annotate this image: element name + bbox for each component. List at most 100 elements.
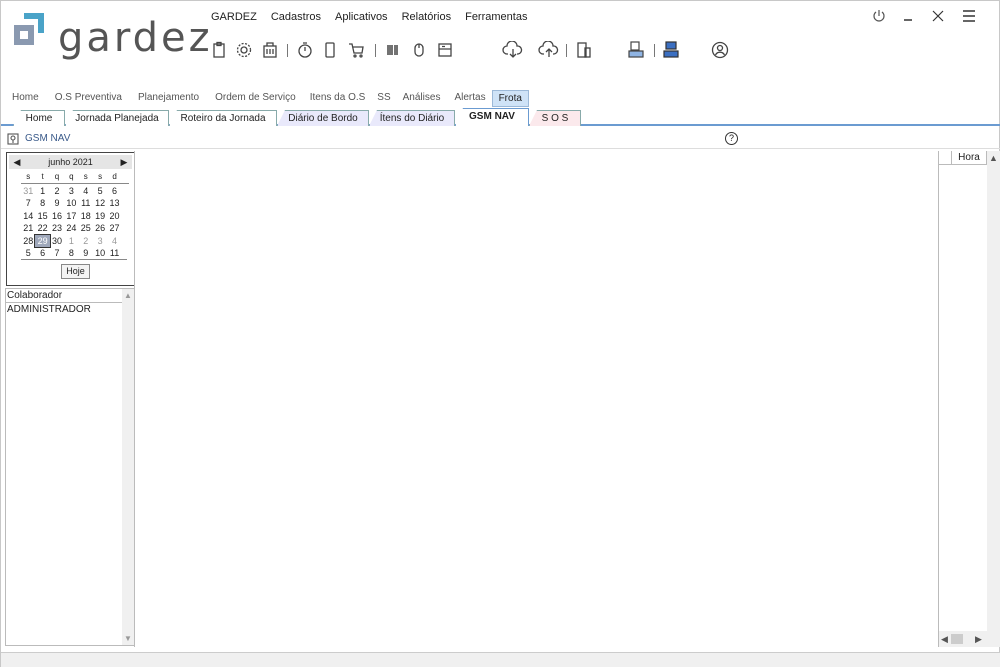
stopwatch-icon[interactable] bbox=[296, 41, 314, 59]
calendar-day[interactable]: 31 bbox=[21, 185, 35, 197]
subtab-sos[interactable]: S O S bbox=[529, 110, 581, 126]
tab-ordem-de-servico[interactable]: Ordem de Serviço bbox=[209, 90, 302, 107]
gear-icon[interactable] bbox=[235, 41, 253, 59]
phone-icon[interactable] bbox=[321, 41, 339, 59]
server-icon[interactable] bbox=[436, 41, 454, 59]
subtab-roteiro-da-jornada[interactable]: Roteiro da Jornada bbox=[169, 110, 277, 126]
column-header-hora[interactable]: Hora bbox=[951, 151, 987, 165]
list-item[interactable]: ADMINISTRADOR bbox=[6, 303, 134, 316]
calendar-day[interactable]: 6 bbox=[35, 247, 49, 259]
cart-icon[interactable] bbox=[347, 41, 365, 59]
menu-gardez[interactable]: GARDEZ bbox=[211, 11, 257, 23]
calendar-day[interactable]: 27 bbox=[107, 222, 121, 234]
calendar-day[interactable]: 3 bbox=[64, 185, 78, 197]
column-header-colaborador[interactable]: Colaborador bbox=[6, 289, 123, 303]
mouse-icon[interactable] bbox=[410, 41, 428, 59]
calendar-day[interactable]: 28 bbox=[21, 235, 35, 247]
calendar-day[interactable]: 9 bbox=[50, 197, 64, 209]
calendar-day[interactable]: 18 bbox=[79, 210, 93, 222]
calendar-day[interactable]: 23 bbox=[50, 222, 64, 234]
subtab-itens-do-diario[interactable]: Ítens do Diário bbox=[369, 110, 455, 126]
calendar-day[interactable]: 21 bbox=[21, 222, 35, 234]
calendar-day[interactable]: 8 bbox=[35, 197, 49, 209]
calendar-day[interactable]: 12 bbox=[93, 197, 107, 209]
tab-alertas[interactable]: Alertas bbox=[448, 90, 491, 107]
user-circle-icon[interactable] bbox=[711, 41, 729, 59]
tab-planejamento[interactable]: Planejamento bbox=[132, 90, 205, 107]
calendar-day[interactable]: 10 bbox=[64, 197, 78, 209]
next-month-icon[interactable]: ▶ bbox=[118, 155, 130, 169]
calendar-day[interactable]: 11 bbox=[107, 247, 121, 259]
map-area[interactable] bbox=[134, 151, 939, 647]
calendar-day[interactable]: 16 bbox=[50, 210, 64, 222]
calendar-day[interactable]: 7 bbox=[21, 197, 35, 209]
tab-frota[interactable]: Frota bbox=[491, 90, 529, 107]
calendar-day[interactable]: 4 bbox=[107, 235, 121, 247]
tab-os-preventiva[interactable]: O.S Preventiva bbox=[49, 90, 128, 107]
calendar-day[interactable]: 22 bbox=[35, 222, 49, 234]
calendar-day[interactable]: 9 bbox=[79, 247, 93, 259]
scrollbar-thumb[interactable] bbox=[951, 634, 963, 644]
today-button[interactable]: Hoje bbox=[61, 264, 90, 279]
calendar-day[interactable]: 1 bbox=[64, 235, 78, 247]
scroll-up-icon[interactable]: ▲ bbox=[989, 153, 998, 163]
vertical-scrollbar[interactable]: ▲ bbox=[987, 151, 1000, 631]
barcode-icon[interactable] bbox=[384, 41, 402, 59]
calendar-day[interactable]: 25 bbox=[79, 222, 93, 234]
devices-icon[interactable] bbox=[575, 41, 593, 59]
calendar-day[interactable]: 29 bbox=[34, 233, 51, 248]
tab-ss[interactable]: SS bbox=[371, 90, 396, 107]
menu-ferramentas[interactable]: Ferramentas bbox=[465, 11, 527, 23]
scroll-down-icon[interactable]: ▼ bbox=[124, 634, 132, 643]
calendar-month-label: junho 2021 bbox=[48, 157, 93, 167]
calendar-day[interactable]: 5 bbox=[21, 247, 35, 259]
document-transfer-icon[interactable] bbox=[627, 41, 645, 59]
calendar-day[interactable]: 13 bbox=[107, 197, 121, 209]
subtab-home[interactable]: Home bbox=[13, 110, 65, 126]
tab-analises[interactable]: Análises bbox=[397, 90, 447, 107]
vertical-scrollbar[interactable]: ▲ ▼ bbox=[122, 289, 134, 645]
calendar-day[interactable]: 7 bbox=[50, 247, 64, 259]
calendar-day[interactable]: 4 bbox=[79, 185, 93, 197]
calendar-day[interactable]: 5 bbox=[93, 185, 107, 197]
tab-home[interactable]: Home bbox=[6, 90, 45, 107]
tab-itens-da-os[interactable]: Itens da O.S bbox=[304, 90, 372, 107]
calendar-day[interactable]: 19 bbox=[93, 210, 107, 222]
cloud-download-icon[interactable] bbox=[502, 41, 524, 59]
help-icon[interactable]: ? bbox=[725, 132, 738, 145]
prev-month-icon[interactable]: ◀ bbox=[11, 155, 23, 169]
cloud-upload-icon[interactable] bbox=[538, 41, 560, 59]
calendar-day[interactable]: 2 bbox=[50, 185, 64, 197]
calendar-day[interactable]: 10 bbox=[93, 247, 107, 259]
menu-aplicativos[interactable]: Aplicativos bbox=[335, 11, 388, 23]
calendar-day[interactable]: 11 bbox=[79, 197, 93, 209]
power-icon[interactable] bbox=[869, 7, 889, 25]
menu-cadastros[interactable]: Cadastros bbox=[271, 11, 321, 23]
calendar-day[interactable]: 2 bbox=[79, 235, 93, 247]
subtab-diario-de-bordo[interactable]: Diário de Bordo bbox=[277, 110, 369, 126]
calendar-day[interactable]: 15 bbox=[35, 210, 49, 222]
subtab-gsm-nav[interactable]: GSM NAV bbox=[455, 108, 529, 126]
calendar-day[interactable]: 20 bbox=[107, 210, 121, 222]
subtab-jornada-planejada[interactable]: Jornada Planejada bbox=[65, 110, 169, 126]
calendar-day[interactable]: 1 bbox=[35, 185, 49, 197]
menu-icon[interactable] bbox=[959, 7, 979, 25]
calendar-day[interactable]: 30 bbox=[50, 235, 64, 247]
minimize-icon[interactable] bbox=[898, 7, 918, 25]
scroll-right-icon[interactable]: ▶ bbox=[975, 634, 982, 645]
calendar-day[interactable]: 17 bbox=[64, 210, 78, 222]
calendar-day[interactable]: 8 bbox=[64, 247, 78, 259]
menu-relatorios[interactable]: Relatórios bbox=[402, 11, 452, 23]
calendar-day[interactable]: 24 bbox=[64, 222, 78, 234]
calendar-day[interactable]: 14 bbox=[21, 210, 35, 222]
scroll-left-icon[interactable]: ◀ bbox=[941, 634, 948, 645]
horizontal-scrollbar[interactable]: ◀ ▶ bbox=[939, 631, 1000, 647]
building-icon[interactable] bbox=[261, 41, 279, 59]
close-icon[interactable] bbox=[928, 7, 948, 25]
clipboard-icon[interactable] bbox=[210, 41, 228, 59]
network-icon[interactable] bbox=[662, 41, 680, 59]
calendar-day[interactable]: 3 bbox=[93, 235, 107, 247]
calendar-day[interactable]: 26 bbox=[93, 222, 107, 234]
scroll-up-icon[interactable]: ▲ bbox=[124, 291, 132, 300]
calendar-day[interactable]: 6 bbox=[107, 185, 121, 197]
